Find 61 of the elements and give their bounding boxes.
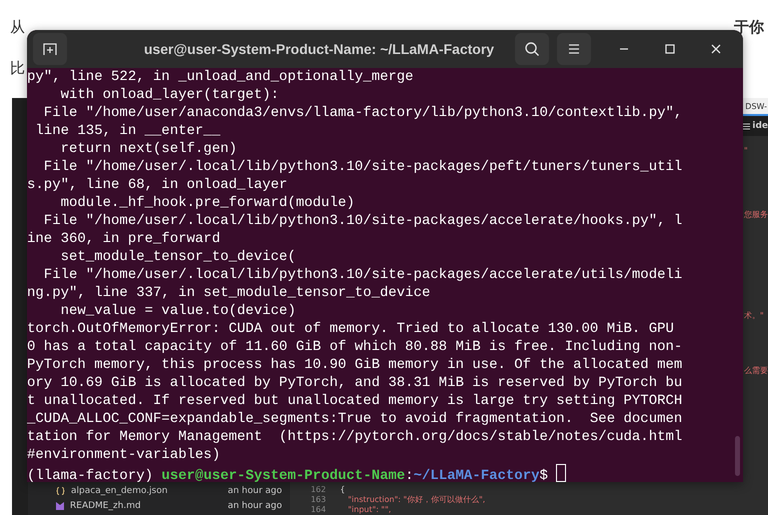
scrollbar-thumb[interactable] — [735, 436, 740, 476]
line-number: 162 — [310, 484, 327, 494]
search-icon — [524, 41, 540, 57]
menu-button[interactable] — [557, 33, 591, 65]
text-cursor — [556, 464, 566, 482]
new-tab-button[interactable] — [33, 33, 67, 65]
close-icon — [711, 44, 721, 54]
maximize-icon — [665, 44, 675, 54]
terminal-output-line: s.py", line 68, in onload_layer — [27, 176, 288, 194]
editor-tab[interactable]: ide — [752, 121, 768, 131]
code-fragment: 您服务 — [744, 209, 768, 220]
terminal-output-line: 0 has a total capacity of 11.60 GiB of which 80.88 MiB is free. Including non- — [27, 338, 684, 356]
new-tab-icon — [42, 41, 58, 57]
terminal-output-line: new_value = value.to(device) — [60, 302, 297, 320]
terminal-output-line: _CUDA_ALLOC_CONF=expandable_segments:True to avoid fragmentation. See documen — [27, 410, 684, 428]
paragraph-text: 从 — [10, 18, 25, 38]
terminal-output-line: line 135, in __enter__ — [34, 122, 222, 140]
file-name[interactable]: alpaca_en_demo.json — [71, 486, 168, 496]
terminal-output-line: File "/home/user/.local/lib/python3.10/site-packages/peft/tuners/tuners_util — [42, 158, 684, 176]
code-line: "instruction": "你好，你可以做什么", — [347, 494, 486, 504]
markdown-icon — [56, 502, 64, 510]
code-line: { — [340, 484, 346, 494]
line-number: 163 — [310, 494, 327, 504]
terminal-output-line: File "/home/user/.local/lib/python3.10/site-packages/accelerate/hooks.py", l — [42, 212, 684, 230]
terminal-output-line: module._hf_hook.pre_forward(module) — [60, 194, 356, 212]
search-button[interactable] — [515, 33, 549, 65]
terminal-output-line: File "/home/user/anaconda3/envs/llama-factory/lib/python3.10/contextlib.py", — [42, 104, 684, 122]
code-line: "input": "", — [347, 504, 392, 514]
terminal-output-line: #environment-variables) — [27, 446, 222, 464]
braces-icon — [56, 486, 65, 494]
prompt-path: ~/LLaMA-Factory — [413, 468, 540, 482]
terminal-output-line: torch.OutOfMemoryError: CUDA out of memory. Tried to allocate 130.00 MiB. GPU — [27, 320, 675, 338]
code-fragment: 术。" — [744, 310, 765, 321]
prompt-user-host: user@user-System-Product-Name — [161, 468, 406, 482]
panel-label: DSW- — [745, 102, 768, 110]
paragraph-text: 于你 — [734, 18, 764, 38]
terminal-output-line: tation for Memory Management (https://pytorch.org/docs/stable/notes/cuda.html — [27, 428, 684, 446]
line-number: 164 — [310, 504, 327, 514]
terminal-output-line: ory 10.69 GiB is allocated by PyTorch, and 38.31 MiB is reserved by PyTorch bu — [27, 374, 684, 392]
terminal-output-line: t unallocated. If reserved but unallocated memory is large try setting PYTORCH — [27, 392, 684, 410]
menu-icon — [567, 42, 581, 56]
terminal-output-line: File "/home/user/.local/lib/python3.10/site-packages/accelerate/utils/modeli — [42, 266, 684, 284]
code-fragment: " — [744, 146, 749, 155]
prompt-env: (llama-factory) — [27, 468, 154, 482]
paragraph-text: 比 — [10, 59, 25, 79]
file-name[interactable]: README_zh.md — [70, 500, 141, 510]
terminal-output-line: ng.py", line 337, in set_module_tensor_to_device — [27, 284, 432, 302]
window-title: user@user-System-Product-Name: ~/LLaMA-Factory — [142, 41, 496, 57]
minimize-icon — [619, 48, 629, 50]
file-time: an hour ago — [228, 500, 282, 510]
terminal-output-line: PyTorch memory, this process has 10.90 GiB memory in use. Of the allocated mem — [27, 356, 684, 374]
terminal-output-line: set_module_tensor_to_device( — [60, 248, 297, 266]
terminal-output-line: py", line 522, in _unload_and_optionally_merge — [27, 68, 414, 86]
terminal-output-line: with onload_layer(target): — [60, 86, 280, 104]
lines-icon — [743, 122, 750, 130]
terminal-output-line: ine 360, in pre_forward — [27, 230, 222, 248]
code-fragment: 么需要 — [744, 365, 768, 376]
prompt-symbol: $ — [540, 468, 548, 482]
file-time: an hour ago — [228, 486, 282, 496]
prompt-separator: : — [405, 468, 414, 482]
terminal-output-line: return next(self.gen) — [60, 140, 238, 158]
